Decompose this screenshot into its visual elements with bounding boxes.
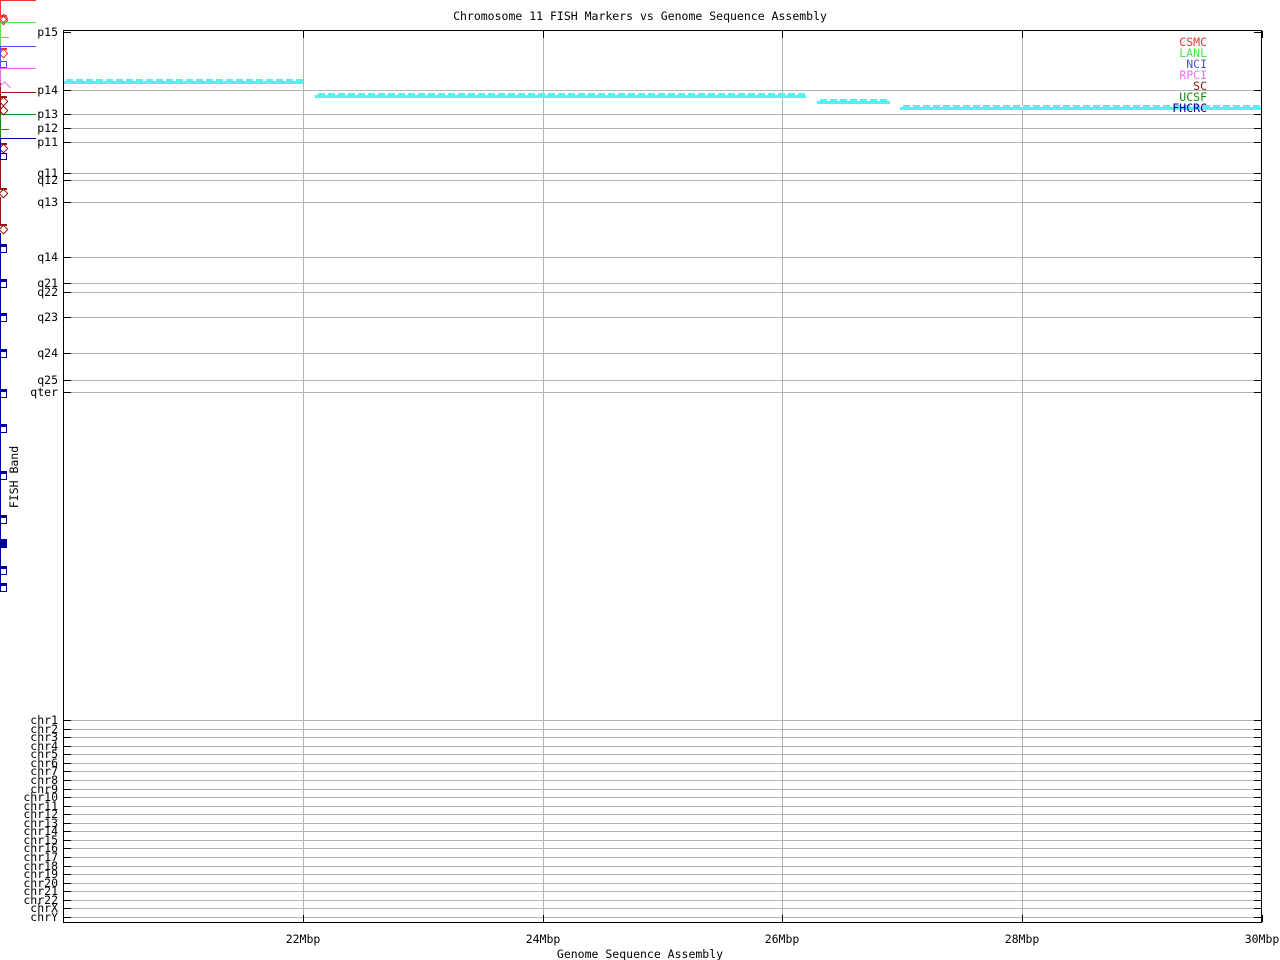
legend-sample-capl-rpci: [0, 69, 1, 76]
legend-sample-capl-sc: [0, 93, 1, 100]
legend-sample-capr-nci: [0, 54, 1, 61]
legend-sample-marker-ucsf-h: [0, 129, 9, 130]
legend-sample-capl-nci: [0, 47, 1, 54]
legend-sample-capl-ucsf: [0, 115, 1, 122]
legend-sample-marker-fhcrc: [0, 153, 7, 160]
legend-sample-line-fhcrc: [0, 138, 36, 139]
legend-sample-line-rpci: [0, 68, 36, 69]
legend-sample-capr-fhcrc: [0, 146, 1, 153]
legend-sample-line-ucsf: [0, 114, 36, 115]
legend-sample-marker-lanl: [0, 37, 9, 47]
legend-label-rpci: RPCI: [1179, 68, 1207, 82]
legend-sample-line-nci: [0, 46, 36, 47]
legend-sample-capl-csmc: [0, 1, 1, 8]
legend-sample-marker-nci: [0, 61, 7, 68]
legend-sample-capl-fhcrc: [0, 139, 1, 146]
legend-sample-capr-rpci: [0, 76, 1, 83]
legend-sample-marker-ucsf: [0, 129, 9, 139]
legend-sample-line-lanl: [0, 22, 36, 23]
legend-sample-marker-lanl-h: [0, 37, 9, 38]
legend-sample-capr-csmc: [0, 8, 1, 15]
legend-sample-capr-lanl: [0, 30, 1, 37]
legend-sample-capr-sc: [0, 100, 1, 107]
legend-label-fhcrc: FHCRC: [1172, 101, 1207, 115]
legend-sample-capl-lanl: [0, 23, 1, 30]
legend: CSMC LANL NCI RPCI SC UCSF FHCRC: [0, 0, 1280, 960]
legend-sample-capr-ucsf: [0, 122, 1, 129]
legend-sample-line-csmc: [0, 0, 36, 1]
chart-canvas: Chromosome 11 FISH Markers vs Genome Seq…: [0, 0, 1280, 960]
